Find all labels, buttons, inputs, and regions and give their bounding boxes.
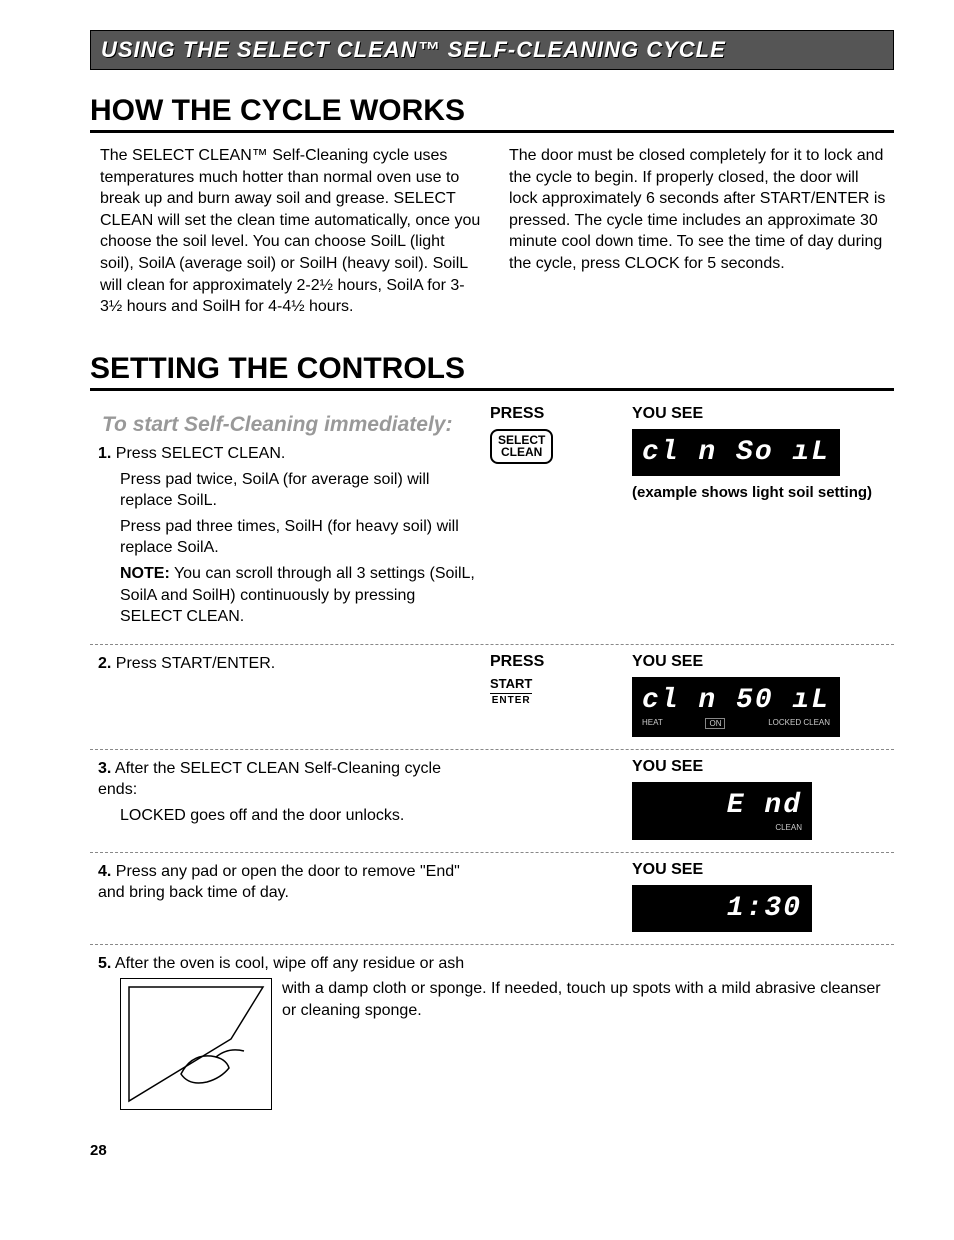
display-text-4: 1:30 <box>642 893 802 924</box>
display-panel-1: cl n So ıL <box>632 429 840 476</box>
step-row-2: 2. Press START/ENTER. PRESS START ENTER … <box>90 645 894 750</box>
yousee-label-2: YOU SEE <box>632 653 894 671</box>
disp-on: ON <box>705 718 725 729</box>
yousee-label-3: YOU SEE <box>632 758 894 776</box>
wipe-oven-illustration <box>120 978 272 1110</box>
step1-text: To start Self-Cleaning immediately: 1. P… <box>90 405 478 632</box>
step1-lead: Press SELECT CLEAN. <box>116 445 286 462</box>
disp-locked-clean: LOCKED CLEAN <box>768 718 830 729</box>
enter-label: ENTER <box>490 693 532 706</box>
display-text-2: cl n 50 ıL <box>642 685 830 716</box>
step1-yousee-col: YOU SEE cl n So ıL (example shows light … <box>632 405 894 632</box>
step-row-1: To start Self-Cleaning immediately: 1. P… <box>90 397 894 645</box>
display-small-3: CLEAN <box>642 823 802 832</box>
step2-lead: Press START/ENTER. <box>116 655 275 672</box>
display-text-1: cl n So ıL <box>642 437 830 468</box>
display-panel-3: E nd CLEAN <box>632 782 812 840</box>
step4-press-col <box>490 861 620 932</box>
step4-lead: Press any pad or open the door to remove… <box>98 863 460 902</box>
step2-press-col: PRESS START ENTER <box>490 653 620 737</box>
how-works-columns: The SELECT CLEAN™ Self-Cleaning cycle us… <box>90 139 894 328</box>
press-label-1: PRESS <box>490 405 620 423</box>
start-enter-pad-icon: START ENTER <box>490 677 532 706</box>
step4-yousee-col: YOU SEE 1:30 <box>632 861 894 932</box>
display-small-2: HEAT ON LOCKED CLEAN <box>642 718 830 729</box>
step5-lead: After the oven is cool, wipe off any res… <box>115 955 464 972</box>
step5-text-col: 5. After the oven is cool, wipe off any … <box>90 953 894 1111</box>
step3-p1: LOCKED goes off and the door unlocks. <box>120 805 478 827</box>
heading-how-cycle-works: HOW THE CYCLE WORKS <box>90 94 894 133</box>
step3-number: 3. <box>98 760 111 777</box>
step-row-4: 4. Press any pad or open the door to rem… <box>90 853 894 945</box>
step3-yousee-col: YOU SEE E nd CLEAN <box>632 758 894 840</box>
display-panel-2: cl n 50 ıL HEAT ON LOCKED CLEAN <box>632 677 840 737</box>
pad-line2: CLEAN <box>501 445 542 459</box>
subhead-start-immediately: To start Self-Cleaning immediately: <box>102 411 478 439</box>
page-number: 28 <box>90 1142 894 1159</box>
display-caption-1: (example shows light soil setting) <box>632 484 894 501</box>
step3-lead: After the SELECT CLEAN Self-Cleaning cyc… <box>98 760 441 799</box>
step1-p1: Press pad twice, SoilA (for average soil… <box>120 469 478 512</box>
yousee-label-4: YOU SEE <box>632 861 894 879</box>
press-label-2: PRESS <box>490 653 620 671</box>
step1-p2: Press pad three times, SoilH (for heavy … <box>120 516 478 559</box>
display-text-3: E nd <box>642 790 802 821</box>
step3-text: 3. After the SELECT CLEAN Self-Cleaning … <box>90 758 478 840</box>
step2-yousee-col: YOU SEE cl n 50 ıL HEAT ON LOCKED CLEAN <box>632 653 894 737</box>
disp-clean: CLEAN <box>775 823 802 832</box>
heading-setting-controls: SETTING THE CONTROLS <box>90 352 894 391</box>
step2-number: 2. <box>98 655 111 672</box>
step5-number: 5. <box>98 955 111 972</box>
select-clean-pad-icon: SELECT CLEAN <box>490 429 553 464</box>
yousee-label-1: YOU SEE <box>632 405 894 423</box>
step5-rest: with a damp cloth or sponge. If needed, … <box>282 978 894 1110</box>
step-row-3: 3. After the SELECT CLEAN Self-Cleaning … <box>90 750 894 853</box>
step2-text: 2. Press START/ENTER. <box>90 653 478 737</box>
step4-text: 4. Press any pad or open the door to rem… <box>90 861 478 932</box>
steps-container: To start Self-Cleaning immediately: 1. P… <box>90 397 894 1123</box>
step1-note: NOTE: You can scroll through all 3 setti… <box>120 563 478 628</box>
step1-press-col: PRESS SELECT CLEAN <box>490 405 620 632</box>
how-works-col-a: The SELECT CLEAN™ Self-Cleaning cycle us… <box>100 145 481 318</box>
disp-heat: HEAT <box>642 718 663 729</box>
step1-number: 1. <box>98 445 111 462</box>
how-works-col-b: The door must be closed completely for i… <box>509 145 890 318</box>
section-banner: USING THE SELECT CLEAN™ SELF-CLEANING CY… <box>90 30 894 70</box>
step4-number: 4. <box>98 863 111 880</box>
display-panel-4: 1:30 <box>632 885 812 932</box>
start-label: START <box>490 676 532 691</box>
step3-press-col <box>490 758 620 840</box>
step-row-5: 5. After the oven is cool, wipe off any … <box>90 945 894 1123</box>
